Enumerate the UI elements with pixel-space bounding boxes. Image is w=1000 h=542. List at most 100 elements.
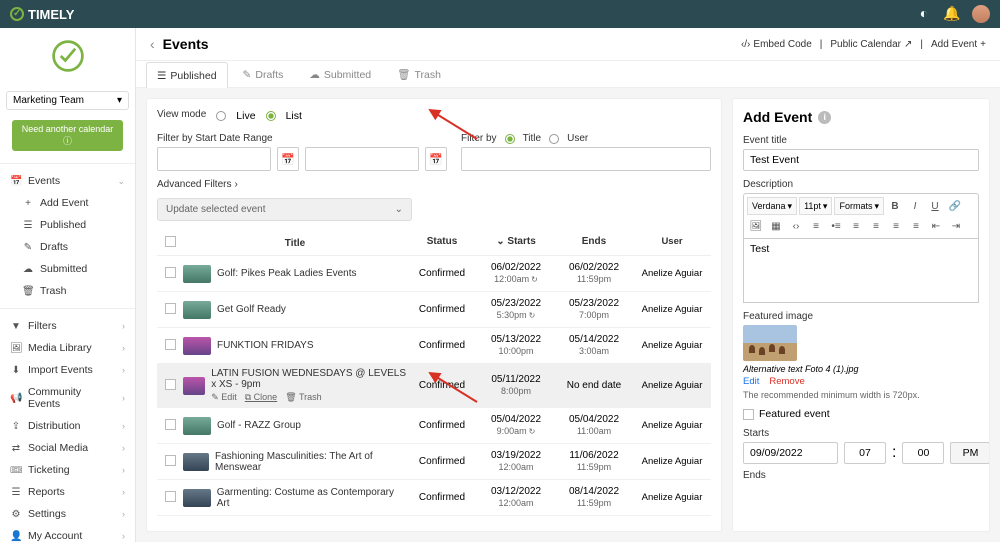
- align-center-button[interactable]: ≡: [867, 217, 885, 235]
- table-row[interactable]: Fashioning Masculinities: The Art of Men…: [157, 444, 711, 480]
- start-date-from-picker[interactable]: 📅: [277, 147, 299, 171]
- start-date-to-input[interactable]: [305, 147, 419, 171]
- row-checkbox[interactable]: [165, 339, 176, 350]
- table-row[interactable]: Golf - RAZZ Group Confirmed 05/04/20229:…: [157, 408, 711, 444]
- brand-logo: TIMELY: [10, 7, 74, 22]
- sidebar-item-distribution[interactable]: ⇪Distribution›: [0, 415, 135, 437]
- font-family-select[interactable]: Verdana ▾: [747, 197, 797, 215]
- sidebar-item-community-events[interactable]: 📢Community Events›: [0, 381, 135, 415]
- start-minute-input[interactable]: [902, 442, 944, 464]
- sidebar-item-published[interactable]: ☰Published: [0, 214, 135, 236]
- back-button[interactable]: ‹: [150, 36, 155, 52]
- ampm-toggle[interactable]: [950, 442, 990, 464]
- align-left-button[interactable]: ≡: [847, 217, 865, 235]
- view-mode-list-label[interactable]: List: [286, 110, 302, 122]
- start-hour-input[interactable]: [844, 442, 886, 464]
- image-button[interactable]: 🖼: [747, 217, 765, 235]
- indent-button[interactable]: ⇥: [947, 217, 965, 235]
- table-row[interactable]: LATIN FUSION WEDNESDAYS @ LEVELS x XS - …: [157, 364, 711, 408]
- start-date-from-input[interactable]: [157, 147, 271, 171]
- row-checkbox[interactable]: [165, 267, 176, 278]
- add-event-link[interactable]: Add Event +: [931, 39, 986, 50]
- sidebar-item-my-account[interactable]: 👤My Account›: [0, 525, 135, 542]
- row-edit-action[interactable]: ✎ Edit: [211, 392, 237, 403]
- sidebar-item-trash[interactable]: 🗑Trash: [0, 280, 135, 302]
- column-title-header[interactable]: Title: [183, 236, 407, 250]
- align-right-button[interactable]: ≡: [887, 217, 905, 235]
- event-title-input[interactable]: [743, 149, 979, 171]
- featured-image-thumbnail[interactable]: [743, 325, 797, 361]
- featured-image-edit[interactable]: Edit: [743, 376, 759, 387]
- public-calendar-link[interactable]: Public Calendar ↗: [830, 39, 912, 50]
- bold-button[interactable]: B: [886, 197, 904, 215]
- featured-image-remove[interactable]: Remove: [769, 376, 804, 387]
- align-justify-button[interactable]: ≡: [907, 217, 925, 235]
- column-starts-header[interactable]: ⌄ Starts: [477, 236, 555, 250]
- underline-button[interactable]: U: [926, 197, 944, 215]
- embed-code-link[interactable]: ‹/› Embed Code: [741, 39, 812, 50]
- table-row[interactable]: FUNKTION FRIDAYS Confirmed 05/13/202210:…: [157, 328, 711, 364]
- column-user-header[interactable]: User: [633, 236, 711, 250]
- table-row[interactable]: Get Golf Ready Confirmed 05/23/20225:30p…: [157, 292, 711, 328]
- filter-by-user-radio[interactable]: [549, 134, 559, 144]
- filter-by-user-label[interactable]: User: [567, 133, 588, 144]
- row-trash-action[interactable]: 🗑 Trash: [285, 392, 321, 403]
- start-date-input[interactable]: [743, 442, 838, 464]
- tab-drafts[interactable]: ✎Drafts: [232, 61, 295, 87]
- formats-select[interactable]: Formats ▾: [834, 197, 884, 215]
- row-checkbox[interactable]: [165, 419, 176, 430]
- tab-published[interactable]: ☰Published: [146, 62, 228, 88]
- column-ends-header[interactable]: Ends: [555, 236, 633, 250]
- code-button[interactable]: ‹›: [787, 217, 805, 235]
- sidebar-item-social-media[interactable]: ⇄Social Media›: [0, 437, 135, 459]
- advanced-filters-toggle[interactable]: Advanced Filters›: [157, 179, 711, 190]
- sidebar-item-submitted[interactable]: ☁Submitted: [0, 258, 135, 280]
- row-checkbox[interactable]: [165, 455, 176, 466]
- filter-by-input[interactable]: [461, 147, 711, 171]
- description-editor[interactable]: Test: [743, 239, 979, 303]
- info-icon[interactable]: i: [818, 111, 831, 124]
- row-checkbox[interactable]: [165, 491, 176, 502]
- ordered-list-button[interactable]: ≡: [807, 217, 825, 235]
- italic-button[interactable]: I: [906, 197, 924, 215]
- update-selected-dropdown[interactable]: Update selected event⌄: [157, 198, 412, 221]
- avatar[interactable]: [972, 5, 990, 23]
- table-row[interactable]: Golf: Pikes Peak Ladies Events Confirmed…: [157, 256, 711, 292]
- filter-by-title-label[interactable]: Title: [523, 133, 542, 144]
- view-mode-list-radio[interactable]: [266, 111, 276, 121]
- team-selector[interactable]: Marketing Team▾: [6, 91, 129, 110]
- view-mode-live-label[interactable]: Live: [236, 110, 255, 122]
- sidebar-item-import-events[interactable]: ⬇Import Events›: [0, 359, 135, 381]
- sidebar-item-add-event[interactable]: +Add Event: [0, 192, 135, 214]
- row-clone-action[interactable]: ⧉ Clone: [245, 392, 277, 403]
- sidebar-item-events[interactable]: 📅Events⌄: [0, 170, 135, 192]
- notifications-icon[interactable]: 🔔: [944, 5, 960, 21]
- outdent-button[interactable]: ⇤: [927, 217, 945, 235]
- link-button[interactable]: 🔗: [946, 197, 964, 215]
- table-button[interactable]: ▦: [767, 217, 785, 235]
- sidebar-item-media-library[interactable]: 🖼Media Library›: [0, 337, 135, 359]
- sidebar-item-filters[interactable]: ▼Filters›: [0, 315, 135, 337]
- sidebar-item-reports[interactable]: ☰Reports›: [0, 481, 135, 503]
- select-all-checkbox[interactable]: [165, 236, 176, 247]
- font-size-select[interactable]: 11pt ▾: [799, 197, 832, 215]
- sidebar-item-drafts[interactable]: ✎Drafts: [0, 236, 135, 258]
- row-checkbox[interactable]: [165, 303, 176, 314]
- row-checkbox[interactable]: [165, 379, 176, 390]
- tab-submitted[interactable]: ☁Submitted: [298, 61, 382, 87]
- sidebar-item-ticketing[interactable]: 🎟Ticketing›: [0, 459, 135, 481]
- featured-event-checkbox[interactable]: [743, 409, 754, 420]
- download-icon: ⬇: [10, 365, 22, 376]
- unordered-list-button[interactable]: •≡: [827, 217, 845, 235]
- filter-by-label: Filter by: [461, 133, 497, 144]
- share-icon: ⇪: [10, 421, 22, 432]
- start-date-to-picker[interactable]: 📅: [425, 147, 447, 171]
- filter-by-title-radio[interactable]: [505, 134, 515, 144]
- need-another-calendar[interactable]: Need another calendar ⓘ: [12, 120, 123, 151]
- view-mode-live-radio[interactable]: [216, 111, 226, 121]
- table-row[interactable]: Garmenting: Costume as Contemporary Art …: [157, 480, 711, 516]
- column-status-header[interactable]: Status: [407, 236, 477, 250]
- sidebar-item-settings[interactable]: ⚙Settings›: [0, 503, 135, 525]
- tab-trash[interactable]: 🗑Trash: [386, 61, 452, 87]
- help-icon[interactable]: ◐: [916, 5, 932, 21]
